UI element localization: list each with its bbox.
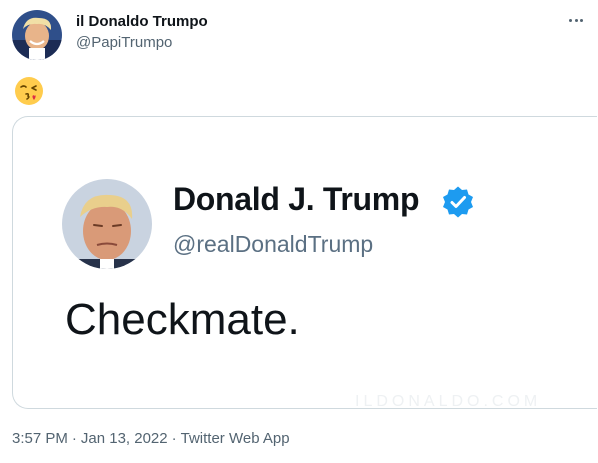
meta-separator: · bbox=[171, 430, 177, 447]
quoted-display-name: Donald J. Trump bbox=[173, 181, 420, 217]
tweet-meta: 3:57 PM · Jan 13, 2022 · Twitter Web App bbox=[12, 430, 290, 447]
tweet-source-link[interactable]: Twitter Web App bbox=[181, 430, 290, 447]
author-avatar[interactable] bbox=[12, 10, 62, 60]
tweet-time-link[interactable]: 3:57 PM bbox=[12, 430, 68, 447]
more-dot-icon bbox=[574, 18, 578, 22]
quoted-tweet-text: Checkmate. bbox=[65, 295, 300, 344]
tweet-media-image[interactable]: Donald J. Trump @realDonaldTrump Checkma… bbox=[12, 116, 597, 409]
more-dot-icon bbox=[569, 18, 573, 22]
quoted-handle: @realDonaldTrump bbox=[173, 231, 374, 257]
tweet-date-link[interactable]: Jan 13, 2022 bbox=[81, 430, 168, 447]
author-handle[interactable]: @PapiTrumpo bbox=[76, 34, 172, 51]
watermark-text: ILDONALDO.COM bbox=[355, 393, 542, 409]
kissing-face-emoji-icon bbox=[14, 76, 44, 106]
verified-badge-icon bbox=[441, 185, 475, 219]
meta-separator: · bbox=[71, 430, 77, 447]
more-dot-icon bbox=[579, 18, 583, 22]
more-options-button[interactable] bbox=[564, 8, 588, 32]
author-display-name[interactable]: il Donaldo Trumpo bbox=[76, 13, 208, 30]
quoted-avatar bbox=[62, 179, 152, 269]
